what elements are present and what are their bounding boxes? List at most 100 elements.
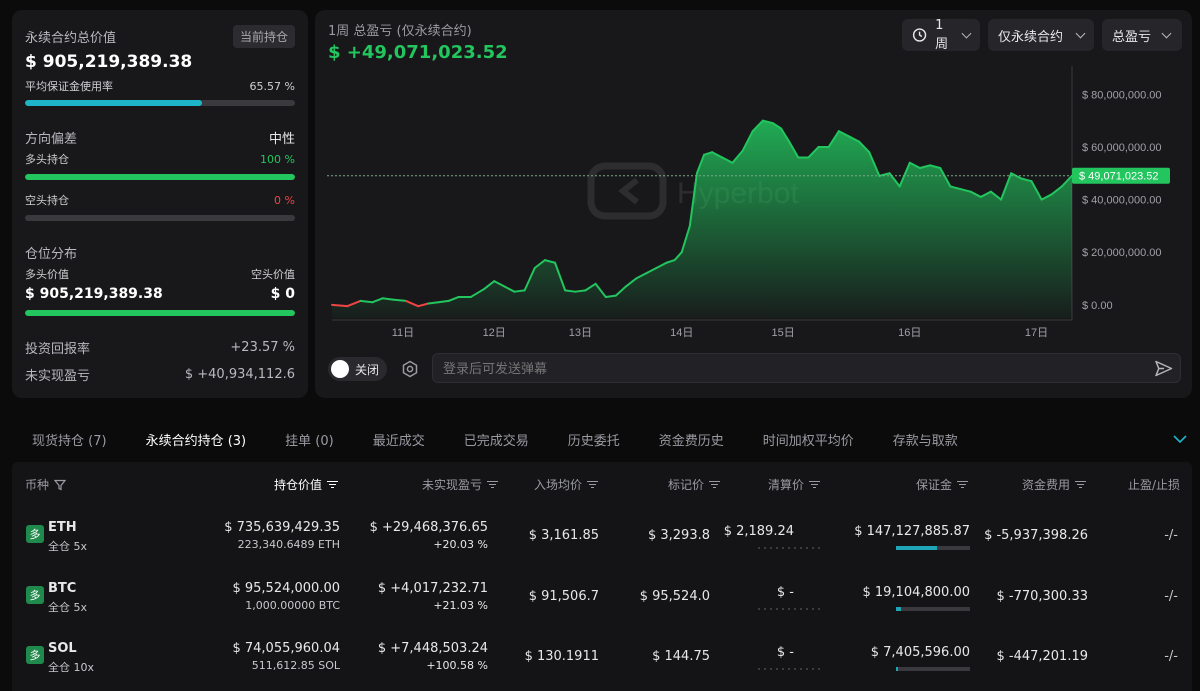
short-position-label: 空头持仓	[25, 194, 69, 207]
long-value: $ 905,219,389.38	[25, 286, 163, 302]
tab-spot-positions[interactable]: 现货持仓 (7)	[32, 430, 107, 449]
settings-icon[interactable]	[400, 359, 420, 379]
pnl-chart-panel: 1周 总盈亏 (仅永续合约) $ +49,071,023.52 1周 仅永续合约…	[315, 10, 1192, 398]
period-select-label: 1周	[935, 18, 949, 52]
position-value: $ 74,055,960.04	[232, 641, 340, 656]
tab-completed-trades[interactable]: 已完成交易	[464, 430, 529, 449]
tab-funding-history[interactable]: 资金费历史	[659, 430, 724, 449]
col-mark-price[interactable]: 标记价	[668, 476, 720, 493]
pnl-area-chart: Hyperbot $ 80,000,000.00$ 60,000,000.00$…	[327, 66, 1170, 339]
col-position-value[interactable]: 持仓价值	[274, 476, 338, 493]
metric-select[interactable]: 总盈亏	[1102, 19, 1182, 51]
liquidation-price: $ 2,189.24	[723, 524, 794, 539]
col-position-value-label: 持仓价值	[273, 478, 322, 492]
table-row[interactable]: 多 BTC 全仓 5x $ 95,524,000.00 1,000.00000 BTC $…	[12, 565, 1192, 625]
tpsl-value[interactable]: -/-	[1164, 649, 1178, 664]
long-position-bar	[25, 174, 295, 180]
sort-icon	[957, 480, 968, 489]
tab-recent-fills[interactable]: 最近成交	[373, 430, 425, 449]
col-margin[interactable]: 保证金	[916, 476, 968, 493]
leverage-mode: 全仓 5x	[48, 540, 88, 553]
y-tick-label: $ 80,000,000.00	[1082, 89, 1162, 101]
coin-symbol[interactable]: BTC	[48, 581, 76, 596]
scope-select[interactable]: 仅永续合约	[988, 19, 1094, 51]
y-tick-label: $ 40,000,000.00	[1082, 195, 1162, 207]
tab-twap[interactable]: 时间加权平均价	[763, 430, 854, 449]
mark-price: $ 3,293.8	[647, 528, 710, 543]
x-tick-label: 14日	[670, 327, 693, 339]
chart-subtitle: 1周 总盈亏 (仅永续合约)	[328, 24, 472, 39]
collapse-chevron-icon[interactable]	[1172, 433, 1188, 445]
col-tpsl-label: 止盈/止损	[1127, 478, 1180, 492]
y-tick-label: $ 20,000,000.00	[1082, 247, 1162, 259]
margin-bar	[896, 607, 970, 611]
mark-price: $ 144.75	[652, 649, 710, 664]
col-coin-label: 币种	[25, 478, 50, 492]
danmaku-toggle[interactable]: 关闭	[328, 357, 387, 381]
distribution-bar	[25, 310, 295, 316]
chevron-down-icon	[1075, 28, 1086, 38]
x-tick-label: 13日	[569, 327, 592, 339]
col-unrealized-pnl-label: 未实现盈亏	[421, 478, 482, 492]
long-position-label: 多头持仓	[25, 153, 69, 166]
col-unrealized-pnl[interactable]: 未实现盈亏	[422, 476, 498, 493]
col-entry-price[interactable]: 入场均价	[534, 476, 598, 493]
position-size: 223,340.6489 ETH	[237, 538, 340, 551]
sort-icon	[587, 480, 598, 489]
perp-positions-table: 币种 持仓价值 未实现盈亏 入场均价 标记价 清算价 保证金 资金费用 止盈/止…	[12, 462, 1192, 691]
short-position-bar	[25, 215, 295, 221]
send-icon[interactable]	[1153, 358, 1174, 379]
position-size: 1,000.00000 BTC	[245, 599, 340, 612]
leverage-mode: 全仓 10x	[48, 661, 95, 674]
margin-usage-value: 65.57 %	[249, 79, 295, 93]
funding-fee: $ -770,300.33	[996, 589, 1088, 604]
table-row[interactable]: 多 SOL 全仓 10x $ 74,055,960.04 511,612.85 SOL $…	[12, 625, 1192, 685]
total-value: $ 905,219,389.38	[25, 52, 193, 72]
col-funding[interactable]: 资金费用	[1022, 476, 1086, 493]
funding-fee: $ -447,201.19	[996, 649, 1088, 664]
col-mark-price-label: 标记价	[667, 478, 704, 492]
account-summary-panel: 永续合约总价值 当前持仓 $ 905,219,389.38 平均保证金使用率 6…	[12, 10, 308, 398]
tab-open-orders[interactable]: 挂单 (0)	[285, 430, 334, 449]
sort-icon	[1075, 480, 1086, 489]
table-row[interactable]: 多 ETH 全仓 5x $ 735,639,429.35 223,340.6489 ET…	[12, 504, 1192, 564]
long-position-pct: 100 %	[260, 152, 295, 166]
current-position-badge[interactable]: 当前持仓	[232, 24, 295, 48]
danmaku-toggle-label: 关闭	[355, 362, 380, 377]
unrealized-pnl-pct: +21.03 %	[433, 599, 488, 612]
entry-price: $ 91,506.7	[528, 589, 599, 604]
margin-value: $ 7,405,596.00	[870, 645, 970, 660]
margin-usage-label: 平均保证金使用率	[25, 80, 113, 93]
tab-perp-positions[interactable]: 永续合约持仓 (3)	[146, 430, 247, 449]
pnl-line-segment	[564, 289, 577, 293]
toggle-knob	[331, 360, 349, 378]
chevron-down-icon	[961, 28, 972, 38]
col-coin[interactable]: 币种	[25, 476, 67, 493]
direction-badge: 多	[26, 525, 44, 543]
liquidation-distance-dots	[756, 667, 822, 671]
direction-label: 方向偏差	[25, 132, 78, 147]
tab-deposits-withdrawals[interactable]: 存款与取款	[893, 430, 958, 449]
col-entry-price-label: 入场均价	[533, 478, 582, 492]
tab-order-history[interactable]: 历史委托	[568, 430, 620, 449]
short-value-label: 空头价值	[251, 268, 295, 281]
pnl-line-segment	[437, 299, 450, 304]
margin-bar	[896, 546, 970, 550]
danmaku-input[interactable]	[443, 358, 1133, 378]
col-liquidation-price[interactable]: 清算价	[768, 476, 820, 493]
long-value-label: 多头价值	[25, 268, 69, 281]
coin-symbol[interactable]: ETH	[48, 520, 77, 535]
filter-icon[interactable]	[54, 479, 67, 491]
sort-icon	[809, 480, 820, 489]
sort-icon	[327, 480, 338, 489]
tpsl-value[interactable]: -/-	[1164, 589, 1178, 604]
scope-select-label: 仅永续合约	[998, 29, 1064, 45]
x-tick-label: 17日	[1025, 327, 1048, 339]
coin-symbol[interactable]: SOL	[48, 641, 77, 656]
direction-badge: 多	[26, 586, 44, 604]
unrealized-pnl-value: $ +40,934,112.6	[184, 367, 295, 382]
tpsl-value[interactable]: -/-	[1164, 528, 1178, 543]
pnl-line-segment	[359, 299, 374, 304]
unrealized-pnl-pct: +20.03 %	[433, 538, 488, 551]
period-select[interactable]: 1周	[902, 18, 980, 52]
